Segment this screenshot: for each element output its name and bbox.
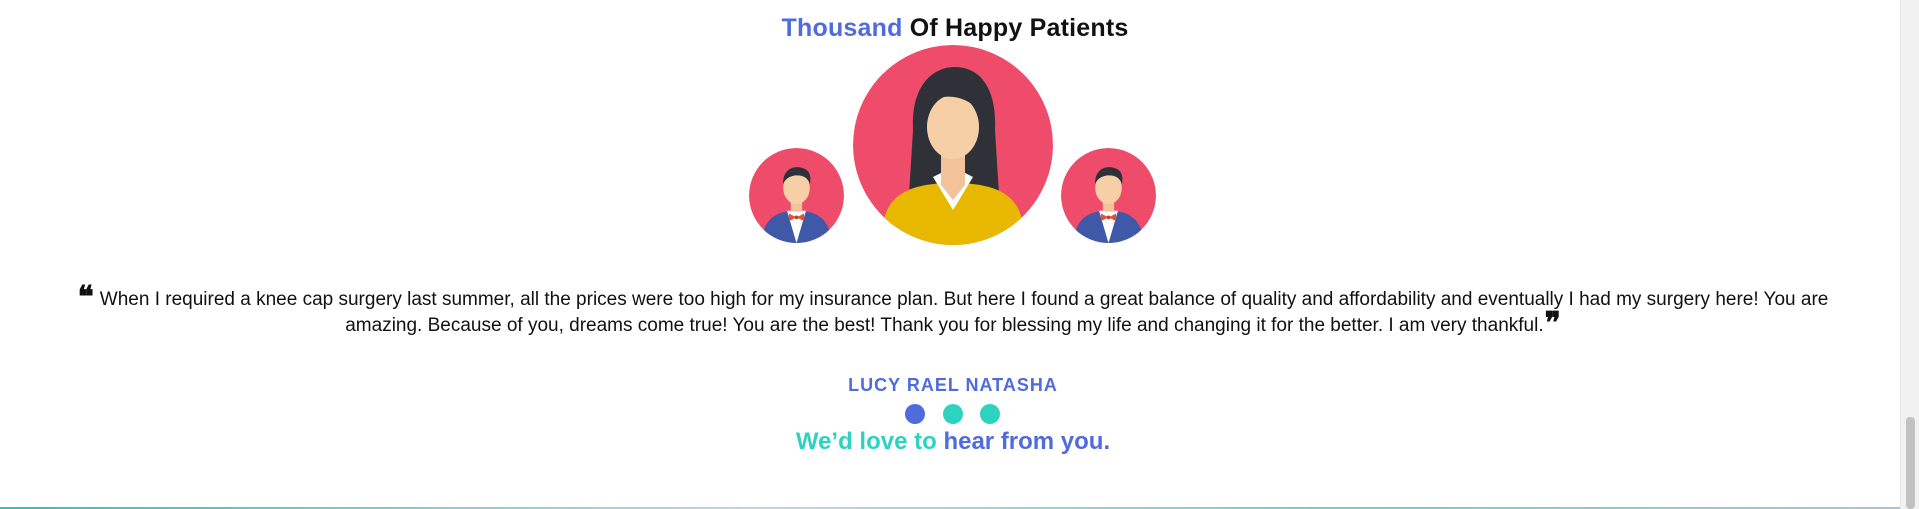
open-quote-icon: ❝ <box>77 280 94 315</box>
carousel-dots <box>903 404 1003 424</box>
carousel-dot-1[interactable] <box>905 404 925 424</box>
testimonial-quote: ❝ When I required a knee cap surgery last… <box>0 283 1906 341</box>
female-patient-avatar-center[interactable] <box>853 45 1053 245</box>
scrollbar-thumb[interactable] <box>1906 417 1915 509</box>
contact-tagline: We’d love to hear from you. <box>0 428 1906 456</box>
close-quote-icon: ❞ <box>1544 306 1561 341</box>
carousel-dot-3[interactable] <box>980 404 1000 424</box>
male-avatar-icon <box>1061 148 1156 243</box>
male-avatar-icon <box>749 148 844 243</box>
female-avatar-icon <box>853 45 1053 245</box>
testimonial-text-line1: When I required a knee cap surgery last … <box>99 289 1829 310</box>
vertical-scrollbar[interactable] <box>1900 0 1919 509</box>
section-title-accent: Thousand <box>781 14 903 42</box>
testimonial-author: LUCY RAEL NATASHA <box>848 375 1058 395</box>
contact-tagline-part2: hear from you. <box>943 428 1111 455</box>
testimonials-section: Thousand Of Happy Patients ❝ When I requ… <box>0 0 1900 509</box>
contact-tagline-part1: We’d love to <box>795 428 937 455</box>
male-patient-avatar-right[interactable] <box>1061 148 1156 243</box>
male-patient-avatar-left[interactable] <box>749 148 844 243</box>
carousel-dot-2[interactable] <box>943 404 963 424</box>
testimonial-text-line2: amazing. Because of you, dreams come tru… <box>345 315 1544 336</box>
section-title: Thousand Of Happy Patients <box>0 14 1910 43</box>
section-title-rest: Of Happy Patients <box>909 14 1129 42</box>
